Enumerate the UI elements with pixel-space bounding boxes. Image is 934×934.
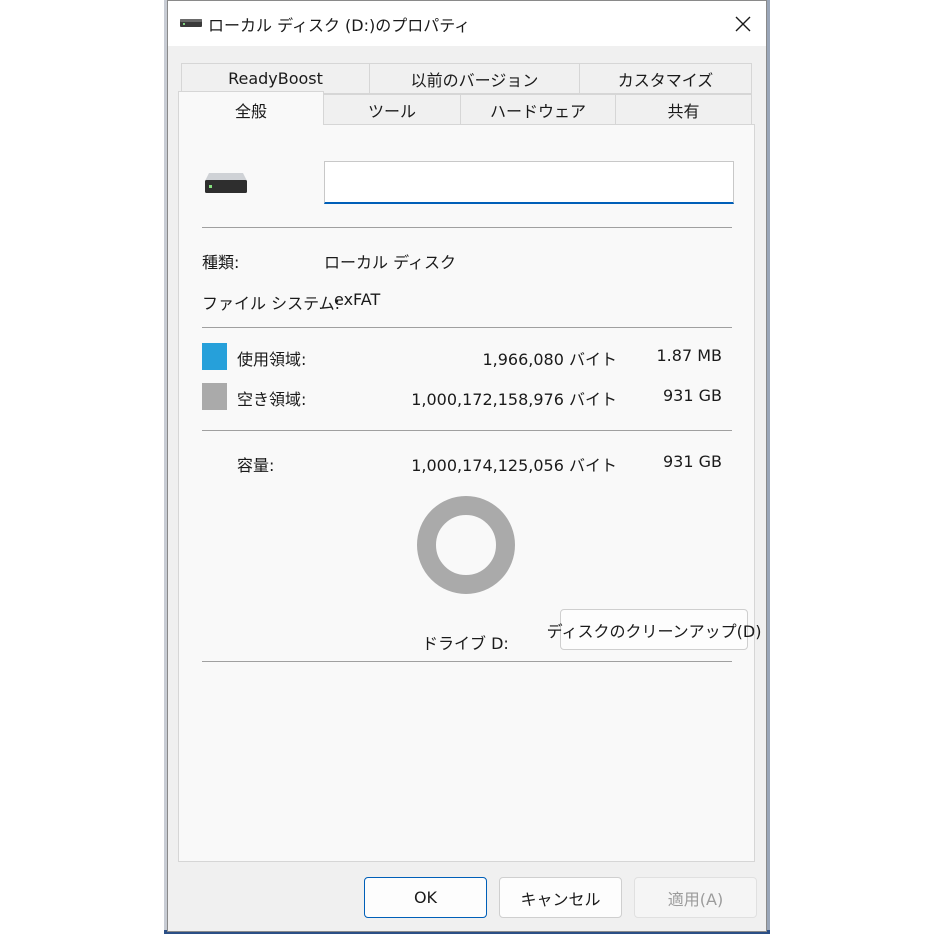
disk-cleanup-button[interactable]: ディスクのクリーンアップ(D)	[547, 609, 761, 650]
tab-readyboost[interactable]: ReadyBoost	[181, 63, 370, 94]
separator	[202, 327, 732, 328]
used-space-label: 使用領域:	[237, 350, 307, 369]
title-bar: ローカル ディスク (D:)のプロパティ	[168, 1, 766, 46]
separator	[202, 661, 732, 662]
separator	[202, 430, 732, 431]
tab-previous-versions[interactable]: 以前のバージョン	[369, 63, 580, 94]
drive-letter-label: ドライブ D:	[422, 634, 509, 653]
tab-tools[interactable]: ツール	[323, 94, 461, 125]
type-value: ローカル ディスク	[324, 253, 456, 272]
free-space-swatch	[202, 383, 227, 410]
disk-usage-ring	[417, 496, 515, 594]
type-label: 種類:	[202, 253, 240, 272]
cancel-button[interactable]: キャンセル	[499, 877, 622, 918]
general-tab-panel: 種類: ローカル ディスク ファイル システム: exFAT 使用領域: 1,9…	[178, 124, 761, 862]
free-space-size: 931 GB	[663, 386, 722, 405]
file-system-value: exFAT	[334, 290, 381, 309]
free-space-label: 空き領域:	[237, 390, 307, 409]
hard-drive-icon	[205, 173, 247, 193]
capacity-size: 931 GB	[663, 452, 722, 471]
tab-hardware[interactable]: ハードウェア	[460, 94, 616, 125]
properties-dialog: ローカル ディスク (D:)のプロパティ ReadyBoost 以前のバージョン…	[167, 0, 767, 932]
capacity-label: 容量:	[237, 456, 275, 475]
separator	[202, 227, 732, 228]
ok-button[interactable]: OK	[364, 877, 487, 918]
capacity-bytes: 1,000,174,125,056 バイト	[411, 456, 617, 475]
close-button[interactable]	[720, 1, 766, 46]
close-icon	[735, 16, 751, 31]
drive-name-input[interactable]	[324, 161, 734, 204]
tab-sharing[interactable]: 共有	[615, 94, 752, 125]
used-space-size: 1.87 MB	[656, 346, 723, 365]
free-space-ring	[417, 496, 515, 594]
apply-button[interactable]: 適用(A)	[634, 877, 757, 918]
drive-icon	[180, 19, 202, 27]
used-space-swatch	[202, 343, 227, 370]
file-system-label: ファイル システム:	[202, 294, 340, 313]
window-title: ローカル ディスク (D:)のプロパティ	[208, 16, 471, 35]
tab-customize[interactable]: カスタマイズ	[579, 63, 752, 94]
free-space-bytes: 1,000,172,158,976 バイト	[411, 390, 617, 409]
used-space-bytes: 1,966,080 バイト	[482, 350, 617, 369]
tab-general[interactable]: 全般	[178, 91, 324, 125]
